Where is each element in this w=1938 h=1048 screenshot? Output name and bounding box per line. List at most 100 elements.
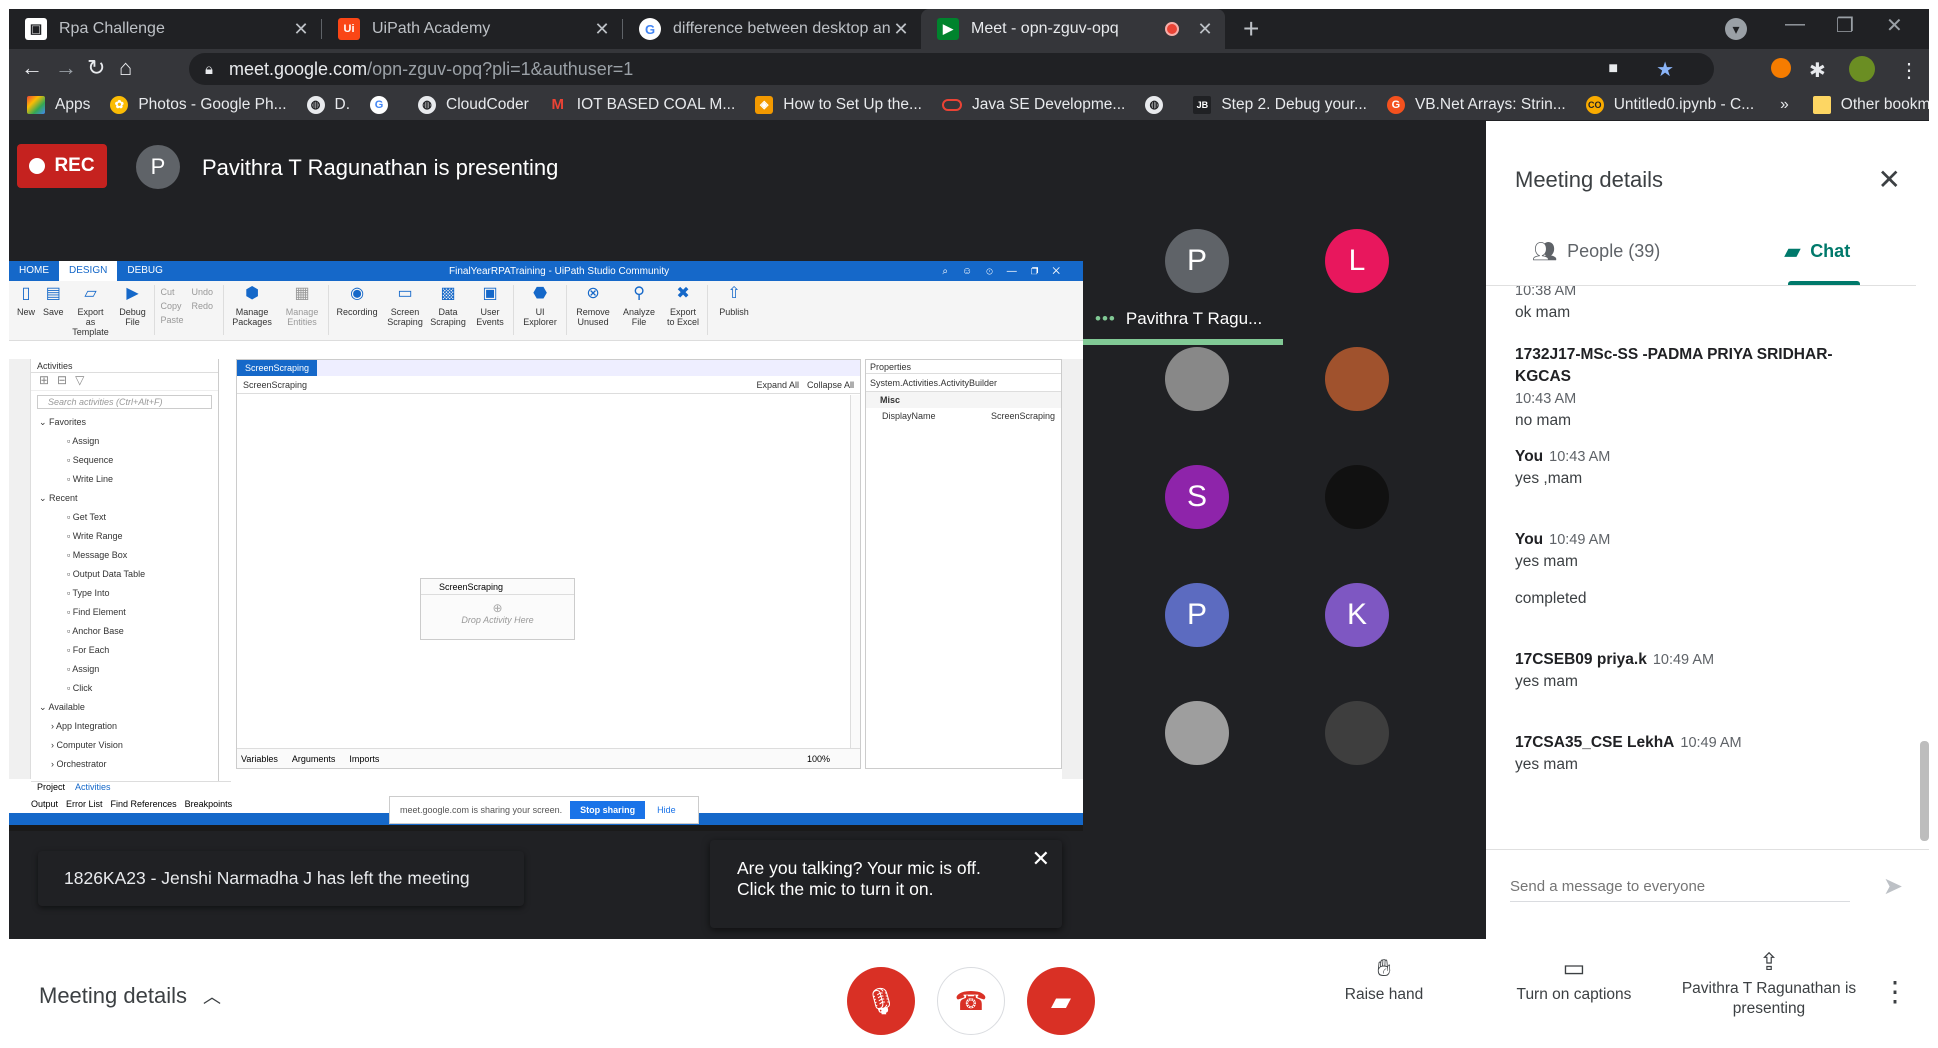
chat-scrollbar[interactable] [1920,741,1929,841]
mic-off-button[interactable]: 🎙︎ [847,967,915,1035]
collapse-all-link[interactable]: Collapse All [807,380,854,390]
restore-icon[interactable]: ❐ [1836,13,1854,38]
activity-item[interactable]: ▫ Sequence [31,451,218,470]
variables-tab[interactable]: Variables [241,754,278,764]
property-row[interactable]: DisplayName ScreenScraping [866,408,1061,424]
puzzle-icon[interactable]: ✱ [1809,58,1826,83]
bookmark-iot[interactable]: M IOT BASED COAL M... [549,96,736,114]
extension-icon[interactable] [1771,58,1791,78]
bookmark-vbnet[interactable]: G VB.Net Arrays: Strin... [1386,95,1566,114]
other-bookmarks[interactable]: Other bookmarks [1812,95,1929,114]
undo-button[interactable]: Undo [192,285,214,299]
meeting-details-toggle[interactable]: Meeting details ︿ [39,983,221,1009]
user-events-button[interactable]: ▣ User Events [473,285,507,327]
outline-side-tabs[interactable] [1062,359,1084,779]
tab-rpa-challenge[interactable]: ▣ Rpa Challenge ✕ [9,9,321,49]
activity-item[interactable]: ▫ For Each [31,641,218,660]
more-options-icon[interactable]: ••• [1095,309,1116,329]
bookmark-apps[interactable]: Apps [27,95,90,114]
error-list-tab[interactable]: Error List [66,799,103,813]
tab-google-search[interactable]: G difference between desktop and ✕ [623,9,921,49]
activity-item[interactable]: ▫ Get Text [31,508,218,527]
activity-item[interactable]: ▫ Assign [31,660,218,679]
reload-icon[interactable]: ↻ [87,55,105,81]
activity-item[interactable]: ▫ Write Range [31,527,218,546]
project-tab[interactable]: Project [37,782,65,797]
activity-item[interactable]: ▫ Type Into [31,584,218,603]
breakpoints-tab[interactable]: Breakpoints [185,799,233,813]
activity-item[interactable]: ▫ Write Line [31,470,218,489]
stop-sharing-button[interactable]: Stop sharing [570,801,646,819]
camera-blocked-icon[interactable]: ■ [1608,60,1618,78]
imports-tab[interactable]: Imports [349,754,379,764]
paste-button[interactable]: Paste [161,313,184,327]
raise-hand-button[interactable]: ✋︎ Raise hand [1329,957,1439,1005]
breadcrumb[interactable]: ScreenScraping [243,380,307,390]
expand-all-link[interactable]: Expand All [756,380,799,390]
activity-category[interactable]: › App Integration [31,717,218,736]
save-button[interactable]: ▤ Save [43,285,64,317]
new-tab-icon[interactable]: + [1243,13,1259,45]
debug-file-button[interactable]: ▶ Debug File [118,285,148,327]
properties-section[interactable]: Misc [866,392,1061,408]
bookmark-colab[interactable]: CO Untitled0.ipynb - C... [1585,95,1754,114]
activity-item[interactable]: ▫ Message Box [31,546,218,565]
output-tab[interactable]: Output [31,799,58,813]
redo-button[interactable]: Redo [192,299,214,313]
arguments-tab[interactable]: Arguments [292,754,336,764]
activity-item[interactable]: ▫ Anchor Base [31,622,218,641]
tab-people[interactable]: 👥︎ People (39) [1486,229,1706,273]
ribbon-tab-home[interactable]: HOME [9,261,59,281]
manage-packages-button[interactable]: ⬢ Manage Packages [230,285,274,327]
bookmark-how-to[interactable]: ◈ How to Set Up the... [755,95,922,114]
analyze-file-button[interactable]: ⚲ Analyze File [621,285,657,327]
camera-off-button[interactable]: ▰ [1027,967,1095,1035]
activities-search-input[interactable]: Search activities (Ctrl+Alt+F) [37,395,212,409]
leave-call-button[interactable]: ☎︎ [937,967,1005,1035]
bookmark-debug[interactable]: JB Step 2. Debug your... [1193,95,1367,114]
activity-item[interactable]: ▫ Output Data Table [31,565,218,584]
activity-item[interactable]: ▫ Assign [31,432,218,451]
chat-input[interactable] [1510,872,1850,902]
bookmark-d[interactable]: ◍ D. [306,95,350,114]
activity-group[interactable]: ⌄ Available [31,698,218,717]
close-icon[interactable]: ✕ [592,19,612,40]
screen-scraping-button[interactable]: ▭ Screen Scraping [387,285,423,327]
export-excel-button[interactable]: ✖ Export to Excel [665,285,701,327]
tab-chat[interactable]: ▰ Chat [1706,229,1929,273]
publish-button[interactable]: ⇧ Publish [714,285,754,317]
tab-uipath-academy[interactable]: Ui UiPath Academy ✕ [322,9,622,49]
activity-group[interactable]: ⌄ Recent [31,489,218,508]
close-icon[interactable]: ✕ [1878,163,1901,196]
bookmarks-overflow[interactable]: » [1780,96,1789,114]
presenting-button[interactable]: ⇪ Pavithra T Ragunathan is presenting [1679,951,1859,1019]
snippets-side-tab[interactable] [9,359,31,779]
bookmark-google[interactable]: G [370,95,398,114]
address-bar[interactable]: 🔒︎ meet.google.com/opn-zguv-opq?pli=1&au… [189,53,1714,85]
bookmark-cloudcoder[interactable]: ◍ CloudCoder [418,95,529,114]
bookmark-globe[interactable]: ◍ [1145,95,1173,114]
recording-button[interactable]: ◉ Recording [335,285,379,317]
ribbon-tab-debug[interactable]: DEBUG [117,261,173,281]
close-icon[interactable]: ✕ [291,19,311,40]
activity-item[interactable]: ▫ Click [31,679,218,698]
activity-category[interactable]: › Orchestrator [31,755,218,774]
forward-icon[interactable]: → [55,55,77,81]
designer-scrollbar[interactable] [850,395,860,750]
manage-entities-button[interactable]: ▦ Manage Entities [282,285,322,327]
profile-avatar[interactable] [1849,56,1875,82]
remove-unused-button[interactable]: ⊗ Remove Unused [573,285,613,327]
activities-toolbar[interactable]: ⊞⊟▽ [31,373,218,391]
bookmark-photos[interactable]: ✿ Photos - Google Ph... [110,95,287,114]
star-icon[interactable]: ★ [1656,57,1674,82]
ribbon-tab-design[interactable]: DESIGN [59,261,118,281]
home-icon[interactable]: ⌂ [119,55,132,81]
more-options-icon[interactable]: ⋮ [1881,975,1909,1008]
designer-tab[interactable]: ScreenScraping [237,360,318,376]
tab-meet[interactable]: ▶ Meet - opn-zguv-opq ✕ [921,9,1225,49]
close-icon[interactable]: ✕ [1195,19,1215,40]
activity-category[interactable]: › Computer Vision [31,736,218,755]
new-button[interactable]: ▯ New [17,285,35,317]
send-icon[interactable]: ➤ [1883,872,1903,901]
bookmark-java[interactable]: Java SE Developme... [941,96,1125,114]
